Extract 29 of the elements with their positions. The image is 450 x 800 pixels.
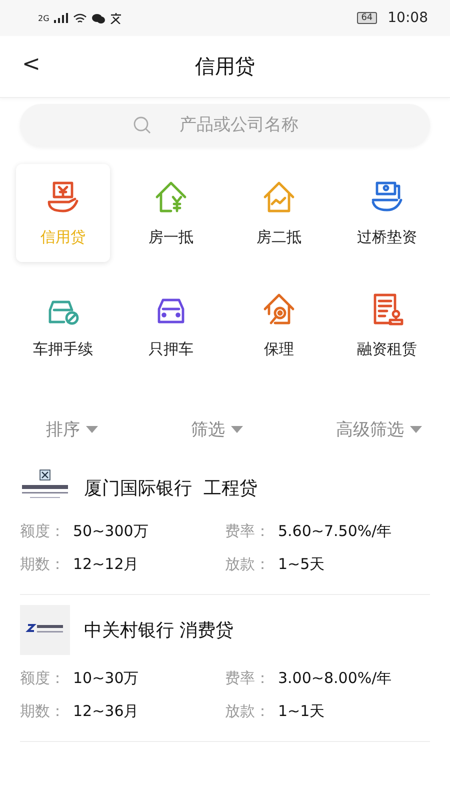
product-card[interactable]: 厦门国际银行 工程贷 额度： 50~300万 费率： 5.60~7.50%/年 期数： 12~12月 放款： 1~5天 — [20, 458, 430, 595]
product-detail: 费率： 3.00~8.00%/年 — [225, 669, 393, 688]
product-detail: 期数： 12~36月 — [20, 702, 140, 721]
product-detail: 额度： 10~30万 — [20, 669, 140, 688]
bank-logo — [20, 605, 70, 655]
caret-icon — [231, 426, 243, 432]
product-detail: 期数： 12~12月 — [20, 555, 140, 574]
product-name: 中关村银行 消费贷 — [84, 619, 234, 642]
product-name: 厦门国际银行 工程贷 — [84, 477, 258, 500]
product-detail: 费率： 5.60~7.50%/年 — [225, 522, 393, 541]
filter-dropdown[interactable]: 筛选 — [191, 418, 243, 440]
caret-icon — [410, 426, 422, 432]
product-detail: 额度： 50~300万 — [20, 522, 150, 541]
back-button[interactable]: < — [18, 52, 44, 77]
search-field[interactable]: 产品或公司名称 — [20, 104, 430, 146]
battery-level: 64 — [357, 12, 377, 24]
product-detail: 放款： 1~1天 — [225, 702, 326, 721]
product-card[interactable]: 中关村银行 消费贷 额度： 10~30万 费率： 3.00~8.00%/年 期数： 12~36月 放款： 1~1天 — [20, 595, 430, 742]
translate-icon — [110, 12, 122, 24]
network-type: 2G — [38, 14, 50, 22]
filter-dropdown[interactable]: 排序 — [46, 418, 98, 440]
signal-icon — [54, 13, 68, 23]
page-title: 信用贷 — [195, 53, 255, 80]
filter-dropdown[interactable]: 高级筛选 — [336, 418, 422, 440]
caret-icon — [86, 426, 98, 432]
wifi-icon — [73, 12, 88, 24]
search-icon — [133, 116, 151, 134]
clock: 10:08 — [388, 10, 428, 26]
product-detail: 放款： 1~5天 — [225, 555, 326, 574]
